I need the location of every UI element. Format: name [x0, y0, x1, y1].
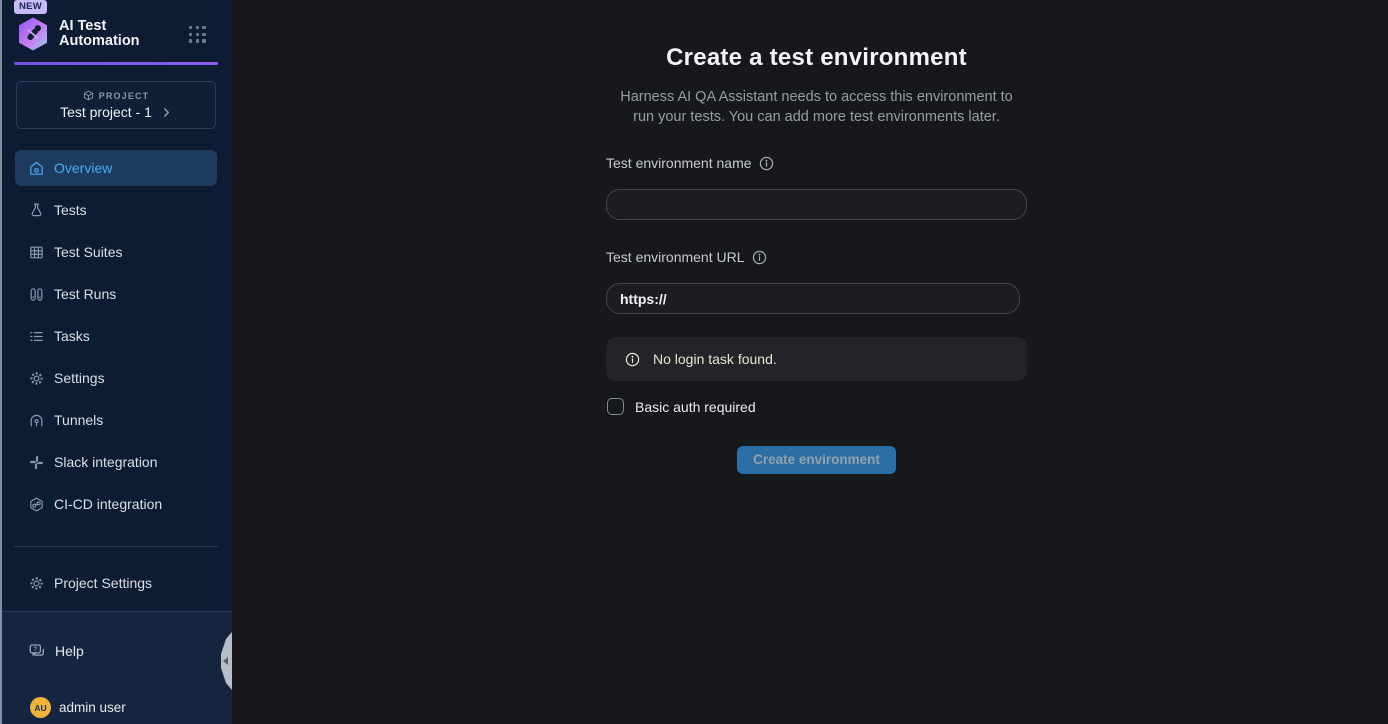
- create-environment-button[interactable]: Create environment: [737, 446, 896, 474]
- basic-auth-label: Basic auth required: [635, 399, 756, 415]
- chevron-right-icon: [161, 107, 172, 118]
- tunnel-icon: [28, 412, 45, 429]
- slack-icon: [28, 454, 45, 471]
- app-title: AI Test Automation: [59, 19, 140, 49]
- user-name: admin user: [59, 700, 126, 715]
- basic-auth-row: Basic auth required: [607, 398, 756, 415]
- list-icon: [28, 328, 45, 345]
- sidebar-item-project-settings[interactable]: Project Settings: [15, 565, 217, 601]
- apps-grid-icon[interactable]: [189, 26, 206, 43]
- sidebar-item-tests[interactable]: Tests: [15, 192, 217, 228]
- cube-icon: [83, 90, 94, 101]
- home-icon: [28, 160, 45, 177]
- help-label: Help: [55, 643, 84, 659]
- sidebar-item-label: Test Suites: [54, 244, 122, 260]
- gear-icon: [28, 370, 45, 387]
- environment-url-input[interactable]: [606, 283, 1020, 314]
- columns-icon: [28, 286, 45, 303]
- sidebar-item-label: CI-CD integration: [54, 496, 162, 512]
- new-badge: NEW: [14, 0, 47, 14]
- alert-text: No login task found.: [653, 351, 777, 367]
- table-icon: [28, 244, 45, 261]
- sidebar-item-label: Settings: [54, 370, 105, 386]
- user-menu[interactable]: AU admin user: [30, 697, 126, 718]
- sidebar-item-slack-integration[interactable]: Slack integration: [15, 444, 217, 480]
- basic-auth-checkbox[interactable]: [607, 398, 624, 415]
- help-button[interactable]: ? Help: [28, 642, 84, 660]
- page-subtitle: Harness AI QA Assistant needs to access …: [606, 89, 1027, 105]
- sidebar-footer: ? Help AU admin user: [0, 611, 232, 724]
- main-content: Create a test environment Harness AI QA …: [232, 0, 1388, 724]
- sidebar-item-label: Slack integration: [54, 454, 158, 470]
- sidebar-divider: [14, 546, 218, 547]
- cicd-icon: [28, 496, 45, 513]
- help-icon: ?: [28, 642, 46, 660]
- app-logo-icon: [16, 16, 50, 52]
- sidebar-item-label: Tests: [54, 202, 87, 218]
- no-login-task-alert: No login task found.: [606, 337, 1027, 381]
- svg-text:?: ?: [33, 646, 37, 653]
- sidebar-item-label: Tunnels: [54, 412, 103, 428]
- flask-icon: [28, 202, 45, 219]
- brand-underline: [14, 62, 218, 65]
- info-icon: [625, 352, 640, 367]
- project-name: Test project - 1: [60, 104, 152, 120]
- app-logo: AI Test Automation: [16, 16, 140, 52]
- info-icon[interactable]: [752, 250, 767, 265]
- sidebar-item-settings[interactable]: Settings: [15, 360, 217, 396]
- sidebar-nav: Overview Tests Test Suites Test Runs: [15, 150, 217, 528]
- info-icon[interactable]: [759, 156, 774, 171]
- avatar: AU: [30, 697, 51, 718]
- sidebar-item-overview[interactable]: Overview: [15, 150, 217, 186]
- name-field-label: Test environment name: [606, 155, 774, 171]
- environment-name-input[interactable]: [606, 189, 1027, 220]
- sidebar-item-label: Project Settings: [54, 575, 152, 591]
- sidebar-item-tunnels[interactable]: Tunnels: [15, 402, 217, 438]
- page-subtitle: run your tests. You can add more test en…: [606, 109, 1027, 125]
- project-kicker-label: PROJECT: [99, 91, 150, 101]
- sidebar-item-label: Test Runs: [54, 286, 116, 302]
- project-selector[interactable]: PROJECT Test project - 1: [16, 81, 216, 129]
- sidebar-item-test-suites[interactable]: Test Suites: [15, 234, 217, 270]
- chevron-left-icon: [223, 657, 228, 665]
- sidebar-item-label: Tasks: [54, 328, 90, 344]
- sidebar-item-cicd-integration[interactable]: CI-CD integration: [15, 486, 217, 522]
- sidebar-item-tasks[interactable]: Tasks: [15, 318, 217, 354]
- url-field-label: Test environment URL: [606, 249, 767, 265]
- sidebar: NEW AI Test Automation: [0, 0, 232, 724]
- gear-icon: [28, 575, 45, 592]
- sidebar-item-label: Overview: [54, 160, 112, 176]
- sidebar-item-test-runs[interactable]: Test Runs: [15, 276, 217, 312]
- page-title: Create a test environment: [606, 44, 1027, 72]
